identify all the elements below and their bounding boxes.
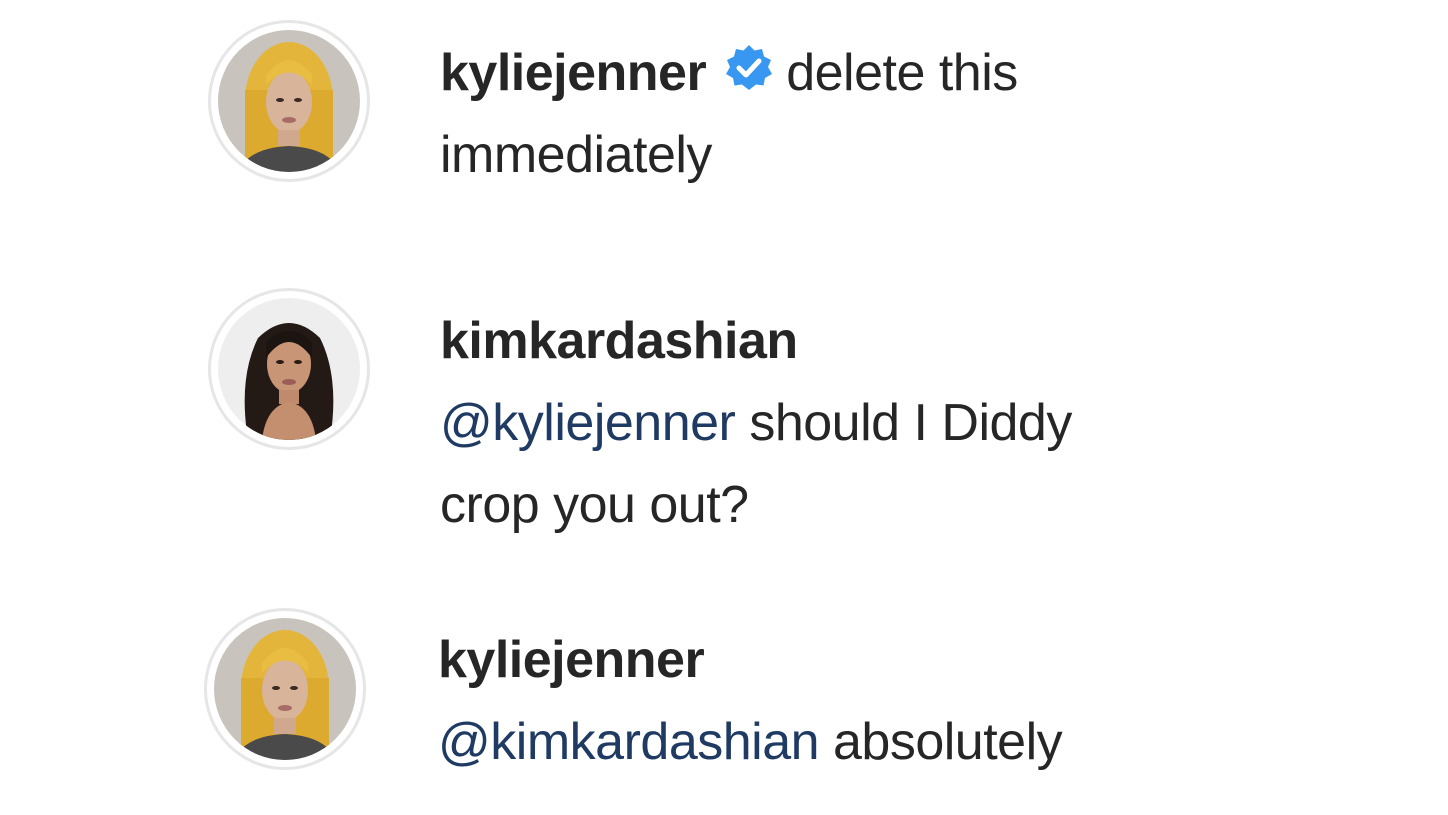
mention-link[interactable]: @kyliejenner	[440, 394, 736, 452]
mention-link[interactable]: @kimkardashian	[438, 713, 820, 771]
kim-avatar-image	[218, 298, 360, 440]
verified-badge-icon	[722, 42, 776, 96]
username[interactable]: kimkardashian	[440, 312, 798, 370]
avatar[interactable]	[208, 288, 370, 450]
username[interactable]: kyliejenner	[438, 631, 705, 689]
comment-text: kimkardashian @kyliejenner should I Didd…	[440, 300, 1072, 546]
avatar[interactable]	[208, 20, 370, 182]
kylie-avatar-image	[218, 30, 360, 172]
comment-body: absolutely	[819, 713, 1063, 771]
comment-body: should I Diddy	[735, 394, 1072, 452]
comment-body-continued: crop you out?	[440, 476, 749, 534]
kylie-avatar-image	[214, 618, 356, 760]
username[interactable]: kyliejenner	[440, 44, 707, 102]
comment-body-continued: immediately	[440, 126, 712, 184]
comment-text: kyliejenner @kimkardashian absolutely	[438, 619, 1063, 783]
avatar[interactable]	[204, 608, 366, 770]
comment-body: delete this	[786, 44, 1018, 102]
comment-text: kyliejenner delete this immediately	[440, 32, 1018, 196]
